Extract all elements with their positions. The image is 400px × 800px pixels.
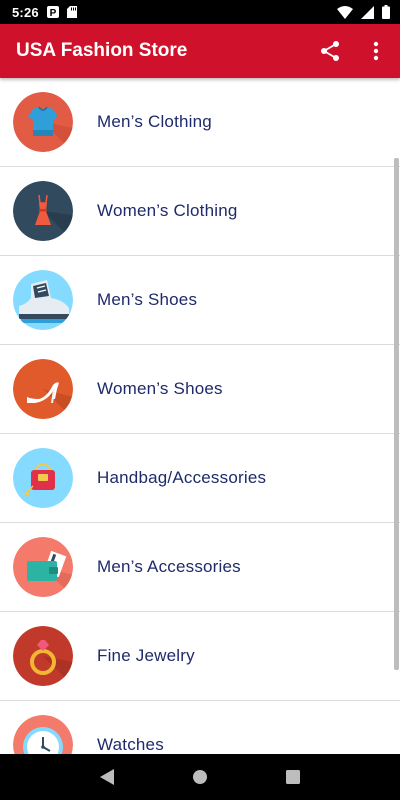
item-label: Men’s Accessories [97,557,241,576]
list-item-mens-shoes[interactable]: Men’s Shoes [0,256,400,345]
sd-card-icon [66,6,77,18]
back-icon[interactable] [87,757,127,797]
overflow-menu-icon[interactable] [364,39,388,63]
list-item-mens-clothing[interactable]: Men’s Clothing [0,78,400,167]
app-actions [318,39,388,63]
status-right [337,5,390,19]
system-nav-bar [0,754,400,800]
item-label: Women’s Clothing [97,201,238,220]
item-label: Men’s Clothing [97,112,212,131]
wallet-icon [13,537,73,597]
ring-icon [13,626,73,686]
status-left: 5:26 P [12,5,77,20]
clock-icon [13,715,73,754]
list-item-handbag-accessories[interactable]: Handbag/Accessories [0,434,400,523]
status-bar: 5:26 P [0,0,400,24]
sneaker-icon [13,270,73,330]
list-item-watches[interactable]: Watches [0,701,400,754]
high-heel-icon [13,359,73,419]
item-label: Fine Jewelry [97,646,195,665]
handbag-icon [13,448,73,508]
share-icon[interactable] [318,39,342,63]
list-item-womens-clothing[interactable]: Women’s Clothing [0,167,400,256]
battery-icon [382,5,390,19]
scrollbar-thumb[interactable] [394,158,399,670]
shirt-icon [13,92,73,152]
list-item-fine-jewelry[interactable]: Fine Jewelry [0,612,400,701]
recents-icon[interactable] [273,757,313,797]
item-label: Watches [97,735,164,754]
item-label: Handbag/Accessories [97,468,267,487]
item-label: Men’s Shoes [97,290,198,309]
parking-icon: P [46,6,59,18]
app-bar: USA Fashion Store [0,24,400,78]
app-title: USA Fashion Store [16,40,188,61]
dress-icon [13,181,73,241]
list-item-womens-shoes[interactable]: Women’s Shoes [0,345,400,434]
list-item-mens-accessories[interactable]: Men’s Accessories [0,523,400,612]
wifi-icon [337,5,353,19]
signal-icon [361,5,374,19]
svg-text:P: P [49,8,56,18]
item-label: Women’s Shoes [97,379,223,398]
status-time: 5:26 [12,4,39,20]
home-icon[interactable] [180,757,220,797]
category-list[interactable]: Men’s Clothing Women’s Clothing Men’s Sh… [0,78,400,754]
